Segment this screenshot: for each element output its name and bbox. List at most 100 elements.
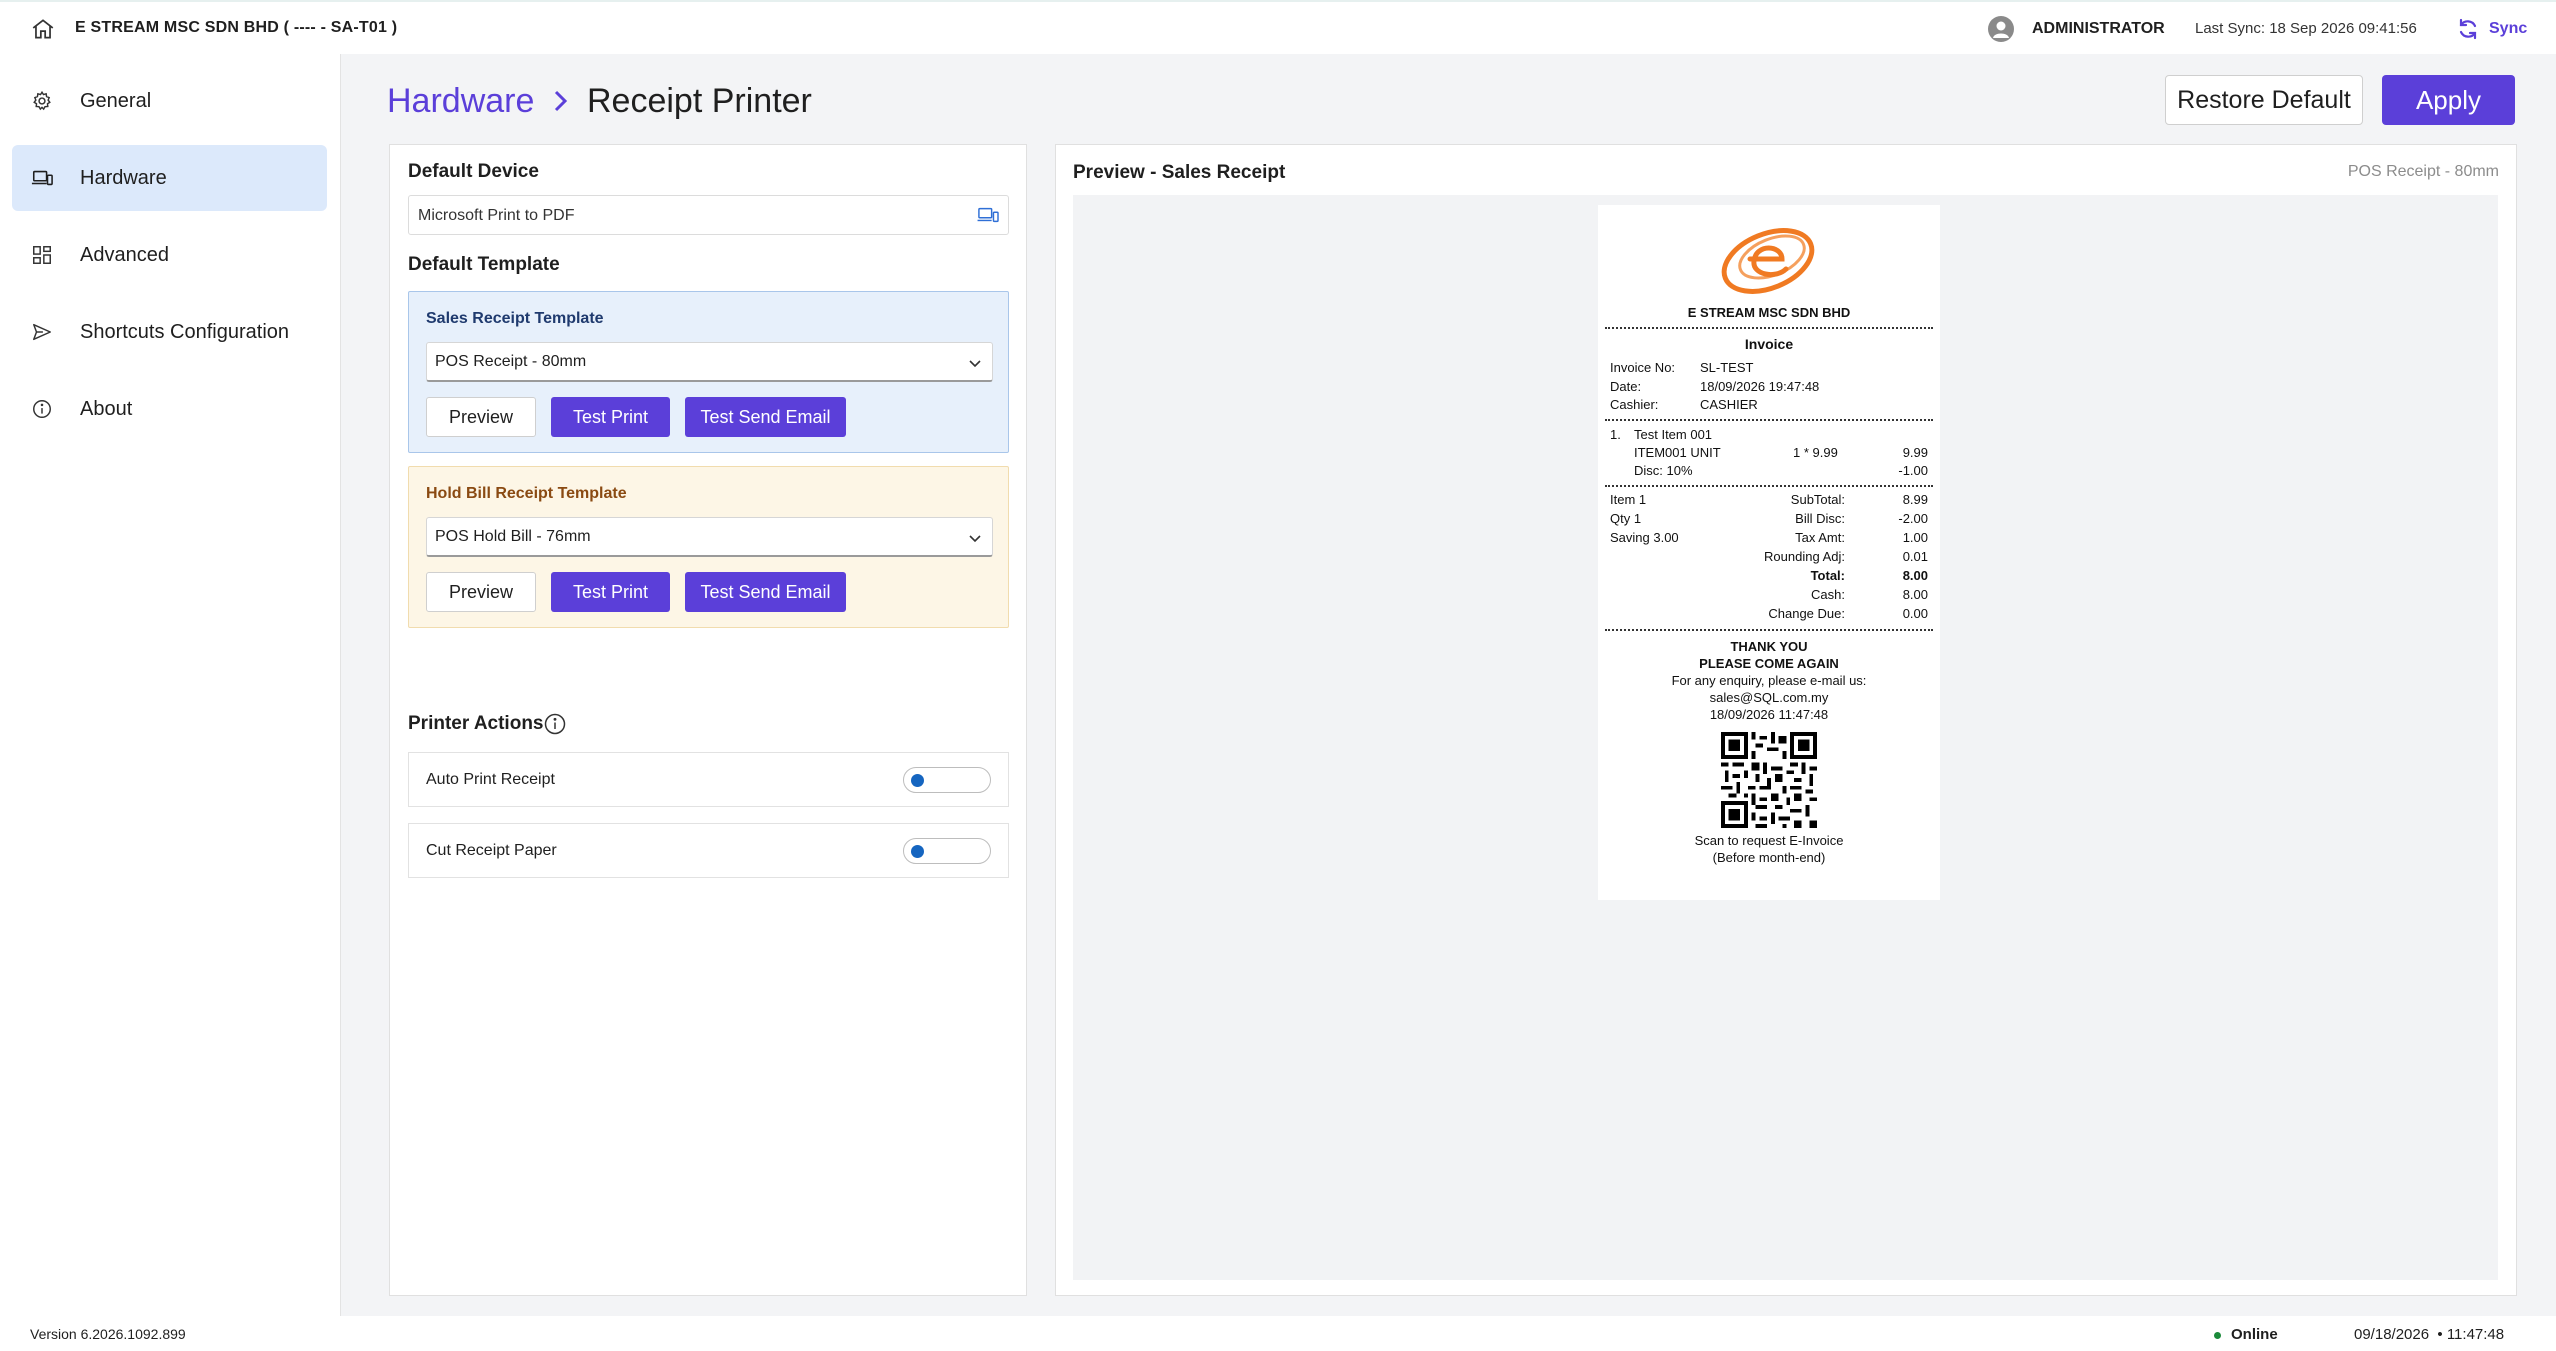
change-due-value: 0.00 [1902,606,1928,621]
scan-request-text: Scan to request E-Invoice [1694,833,1844,848]
hold-test-email-button[interactable]: Test Send Email [685,572,846,612]
receipt-divider [1605,327,1933,329]
default-template-heading: Default Template [408,254,560,275]
total-label: Total: [1810,568,1845,583]
item-index: 1. [1610,427,1621,442]
info-icon[interactable] [543,712,567,736]
date-label: Date: [1610,379,1642,394]
sales-template-card: Sales Receipt Template POS Receipt - 80m… [408,291,1009,453]
hold-template-card: Hold Bill Receipt Template POS Hold Bill… [408,466,1009,628]
sidebar-item-hardware[interactable]: Hardware [12,145,327,211]
cash-value: 8.00 [1902,587,1928,602]
summary-qty: Qty 1 [1610,511,1642,526]
hold-test-print-button[interactable]: Test Print [551,572,670,612]
preview-panel: Preview - Sales Receipt POS Receipt - 80… [1055,144,2517,1296]
receipt-company-name: E STREAM MSC SDN BHD [1687,305,1851,320]
item-name: Test Item 001 [1634,427,1713,442]
receipt-doc-title: Invoice [1744,336,1794,352]
subtotal-label: SubTotal: [1790,492,1845,507]
user-avatar-icon[interactable] [1988,16,2014,42]
user-name[interactable]: ADMINISTRATOR [2032,20,2165,38]
bill-disc-label: Bill Disc: [1795,511,1845,526]
sidebar: General Hardware Advanced Shortcuts Conf… [0,54,340,1310]
item-discount-label: Disc: 10% [1634,463,1693,478]
summary-items: Item 1 [1610,492,1647,507]
send-icon [30,320,54,344]
cut-paper-label: Cut Receipt Paper [426,842,557,859]
date-value: 18/09/2026 19:47:48 [1700,379,1820,394]
online-status-dot-icon [2214,1332,2221,1339]
home-icon[interactable] [30,16,56,42]
top-bar: E STREAM MSC SDN BHD ( ---- - SA-T01 ) A… [0,0,2556,54]
scan-deadline-text: (Before month-end) [1712,850,1826,865]
cut-paper-row: Cut Receipt Paper [408,823,1009,878]
preview-canvas[interactable]: E STREAM MSC SDN BHD Invoice Invoice No:… [1073,195,2498,1280]
grid-icon [30,243,54,267]
total-value: 8.00 [1902,568,1928,583]
sidebar-item-label: About [80,397,133,420]
rounding-label: Rounding Adj: [1764,549,1845,564]
footer-datetime: 09/18/2026 • 11:47:48 [2354,1326,2505,1343]
toggle-knob [911,845,924,858]
sidebar-item-advanced[interactable]: Advanced [12,222,327,288]
sidebar-item-shortcuts[interactable]: Shortcuts Configuration [12,299,327,365]
tax-amt-label: Tax Amt: [1795,530,1845,545]
preview-template-name: POS Receipt - 80mm [2347,163,2499,180]
item-discount-amount: -1.00 [1898,463,1928,478]
printer-device-icon[interactable] [977,205,999,225]
qr-code-icon [1721,732,1817,828]
settings-panel: Default Device Microsoft Print to PDF De… [389,144,1027,1296]
change-due-label: Change Due: [1768,606,1845,621]
online-status: Online [2231,1326,2278,1343]
sidebar-item-label: Advanced [80,243,169,266]
sales-test-email-button[interactable]: Test Send Email [685,397,846,437]
company-name: E STREAM MSC SDN BHD ( ---- - SA-T01 ) [75,19,398,36]
chevron-down-icon [969,360,981,368]
item-qty-price: 1 * 9.99 [1793,445,1838,460]
sync-button[interactable]: Sync [2489,20,2527,38]
sales-template-select[interactable]: POS Receipt - 80mm [426,342,993,382]
sidebar-item-about[interactable]: About [12,376,327,442]
default-device-field[interactable]: Microsoft Print to PDF [408,195,1009,235]
sales-preview-button[interactable]: Preview [426,397,536,437]
hold-template-title: Hold Bill Receipt Template [426,485,627,502]
cut-paper-toggle[interactable] [903,838,991,864]
hold-preview-button[interactable]: Preview [426,572,536,612]
hold-template-actions: Preview Test Print Test Send Email [426,572,846,612]
item-code: ITEM001 UNIT [1634,445,1721,460]
sync-icon[interactable] [2456,17,2480,41]
come-again-text: PLEASE COME AGAIN [1699,656,1839,671]
rounding-value: 0.01 [1902,549,1928,564]
default-device-heading: Default Device [408,161,539,182]
auto-print-toggle[interactable] [903,767,991,793]
subtotal-value: 8.99 [1902,492,1928,507]
sales-template-actions: Preview Test Print Test Send Email [426,397,846,437]
gear-icon [30,89,54,113]
sales-test-print-button[interactable]: Test Print [551,397,670,437]
default-device-value: Microsoft Print to PDF [418,207,575,224]
hold-template-value: POS Hold Bill - 76mm [435,528,591,545]
last-sync-text: Last Sync: 18 Sep 2026 09:41:56 [2195,20,2417,37]
breadcrumb-hardware-link[interactable]: Hardware [387,82,534,121]
sidebar-item-label: General [80,89,152,112]
bill-disc-value: -2.00 [1898,511,1928,526]
item-amount: 9.99 [1902,445,1928,460]
auto-print-row: Auto Print Receipt [408,752,1009,807]
invoice-no-value: SL-TEST [1700,360,1754,375]
apply-button[interactable]: Apply [2382,75,2515,125]
hold-template-select[interactable]: POS Hold Bill - 76mm [426,517,993,557]
chevron-down-icon [969,535,981,543]
laptop-devices-icon [30,166,54,190]
restore-default-button[interactable]: Restore Default [2165,75,2363,125]
toggle-knob [911,774,924,787]
sidebar-item-label: Shortcuts Configuration [80,320,290,343]
tax-amt-value: 1.00 [1902,530,1928,545]
sales-template-value: POS Receipt - 80mm [435,353,587,370]
invoice-no-label: Invoice No: [1610,360,1676,375]
cashier-value: CASHIER [1700,397,1758,412]
sidebar-item-general[interactable]: General [12,68,327,134]
thank-you-text: THANK YOU [1730,639,1808,654]
preview-title: Preview - Sales Receipt [1073,162,1286,183]
receipt-timestamp: 18/09/2026 11:47:48 [1709,707,1829,722]
receipt-divider [1605,629,1933,631]
